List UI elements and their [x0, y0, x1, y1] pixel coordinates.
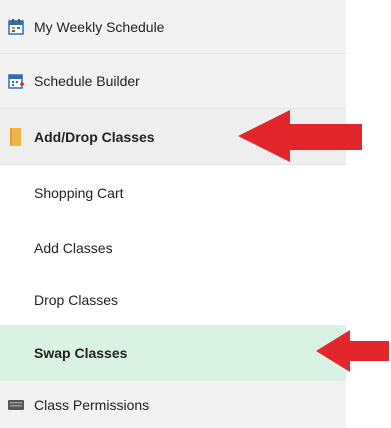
menu-item-class-permissions[interactable]: Class Permissions: [0, 381, 346, 428]
student-center-menu: My Weekly Schedule Schedule Builder Add/…: [0, 0, 391, 428]
menu-item-label: Schedule Builder: [34, 73, 140, 89]
menu-item-add-drop-classes[interactable]: Add/Drop Classes: [0, 109, 346, 165]
menu-item-label: Swap Classes: [34, 345, 128, 361]
menu-item-label: Add Classes: [34, 240, 113, 256]
menu-item-label: Add/Drop Classes: [34, 128, 155, 145]
calendar-week-icon: [6, 17, 26, 37]
menu-item-label: My Weekly Schedule: [34, 18, 165, 35]
menu-item-schedule-builder[interactable]: Schedule Builder: [0, 54, 346, 109]
menu-item-label: Drop Classes: [34, 292, 119, 308]
submenu-item-swap-classes[interactable]: Swap Classes: [0, 325, 346, 381]
calendar-add-icon: [6, 71, 26, 91]
folder-icon: [6, 127, 26, 147]
submenu-item-shopping-cart[interactable]: Shopping Cart: [0, 165, 346, 221]
menu-item-label: Shopping Cart: [34, 185, 124, 201]
keyboard-icon: [6, 395, 26, 415]
menu-item-my-weekly-schedule[interactable]: My Weekly Schedule: [0, 0, 346, 54]
submenu-item-drop-classes[interactable]: Drop Classes: [0, 275, 346, 325]
menu-item-label: Class Permissions: [34, 396, 150, 413]
submenu-item-add-classes[interactable]: Add Classes: [0, 221, 346, 275]
